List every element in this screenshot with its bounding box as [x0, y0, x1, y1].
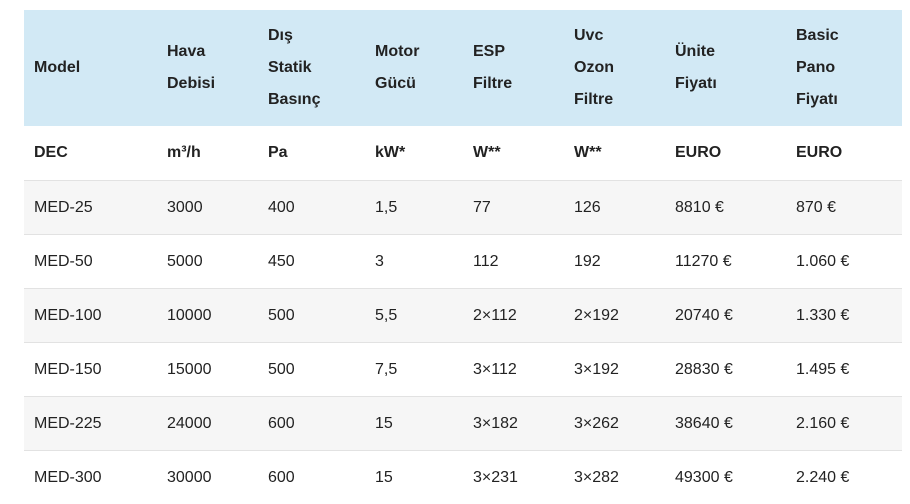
table-cell: 24000	[157, 397, 258, 451]
column-header-line: Basic	[796, 20, 902, 52]
table-row: MED-22524000600153×1823×26238640 €2.160 …	[24, 397, 902, 451]
table-cell: 126	[564, 181, 665, 235]
table-cell: 112	[463, 235, 564, 289]
model-cell: MED-300	[24, 451, 157, 504]
table-cell: 400	[258, 181, 365, 235]
column-header-line: Statik	[268, 52, 365, 84]
table-cell: 8810 €	[665, 181, 786, 235]
table-cell: 15	[365, 451, 463, 504]
table-cell: 38640 €	[665, 397, 786, 451]
column-header-line: Motor	[375, 36, 463, 68]
column-header: DışStatikBasınç	[258, 10, 365, 126]
column-header-line: Debisi	[167, 68, 258, 100]
table-cell: 3×282	[564, 451, 665, 504]
column-header-line: Hava	[167, 36, 258, 68]
table-cell: 77	[463, 181, 564, 235]
table-row: MED-150150005007,53×1123×19228830 €1.495…	[24, 343, 902, 397]
table-cell: 3×192	[564, 343, 665, 397]
table-cell: 3×182	[463, 397, 564, 451]
column-header: UvcOzonFiltre	[564, 10, 665, 126]
unit-cell: W**	[463, 126, 564, 181]
table-units-row: DECm³/hPakW*W**W**EUROEURO	[24, 126, 902, 181]
table-cell: 600	[258, 397, 365, 451]
column-header-line: Ozon	[574, 52, 665, 84]
column-header-line: Ünite	[675, 36, 786, 68]
column-header-line: Model	[34, 52, 157, 84]
table-cell: 15000	[157, 343, 258, 397]
column-header-line: Uvc	[574, 20, 665, 52]
table-cell: 500	[258, 289, 365, 343]
column-header-line: Filtre	[473, 68, 564, 100]
table-cell: 20740 €	[665, 289, 786, 343]
table-row: MED-30030000600153×2313×28249300 €2.240 …	[24, 451, 902, 504]
column-header: HavaDebisi	[157, 10, 258, 126]
table-cell: 450	[258, 235, 365, 289]
column-header: MotorGücü	[365, 10, 463, 126]
price-table-container: ModelHavaDebisiDışStatikBasınçMotorGücüE…	[24, 10, 902, 504]
unit-cell: DEC	[24, 126, 157, 181]
table-cell: 1.330 €	[786, 289, 902, 343]
column-header-line: ESP	[473, 36, 564, 68]
model-cell: MED-50	[24, 235, 157, 289]
table-cell: 2.240 €	[786, 451, 902, 504]
table-cell: 1.060 €	[786, 235, 902, 289]
table-cell: 600	[258, 451, 365, 504]
table-cell: 3×262	[564, 397, 665, 451]
table-cell: 5000	[157, 235, 258, 289]
table-cell: 2×112	[463, 289, 564, 343]
table-cell: 1,5	[365, 181, 463, 235]
table-cell: 2×192	[564, 289, 665, 343]
table-cell: 3000	[157, 181, 258, 235]
table-header-row: ModelHavaDebisiDışStatikBasınçMotorGücüE…	[24, 10, 902, 126]
model-cell: MED-225	[24, 397, 157, 451]
price-table: ModelHavaDebisiDışStatikBasınçMotorGücüE…	[24, 10, 902, 504]
column-header-line: Fiyatı	[675, 68, 786, 100]
table-cell: 500	[258, 343, 365, 397]
unit-cell: kW*	[365, 126, 463, 181]
column-header: Model	[24, 10, 157, 126]
table-cell: 30000	[157, 451, 258, 504]
table-cell: 49300 €	[665, 451, 786, 504]
column-header-line: Fiyatı	[796, 84, 902, 116]
model-cell: MED-150	[24, 343, 157, 397]
unit-cell: EURO	[665, 126, 786, 181]
model-cell: MED-25	[24, 181, 157, 235]
column-header: ESPFiltre	[463, 10, 564, 126]
table-row: MED-2530004001,5771268810 €870 €	[24, 181, 902, 235]
table-row: MED-100100005005,52×1122×19220740 €1.330…	[24, 289, 902, 343]
table-cell: 870 €	[786, 181, 902, 235]
unit-cell: W**	[564, 126, 665, 181]
table-cell: 15	[365, 397, 463, 451]
column-header-line: Pano	[796, 52, 902, 84]
model-cell: MED-100	[24, 289, 157, 343]
table-cell: 3	[365, 235, 463, 289]
unit-cell: Pa	[258, 126, 365, 181]
column-header-line: Filtre	[574, 84, 665, 116]
table-cell: 1.495 €	[786, 343, 902, 397]
table-cell: 28830 €	[665, 343, 786, 397]
table-cell: 5,5	[365, 289, 463, 343]
unit-cell: m³/h	[157, 126, 258, 181]
table-cell: 10000	[157, 289, 258, 343]
table-row: MED-505000450311219211270 €1.060 €	[24, 235, 902, 289]
table-cell: 2.160 €	[786, 397, 902, 451]
column-header: ÜniteFiyatı	[665, 10, 786, 126]
table-cell: 192	[564, 235, 665, 289]
table-cell: 3×112	[463, 343, 564, 397]
table-cell: 3×231	[463, 451, 564, 504]
column-header-line: Basınç	[268, 84, 365, 116]
column-header: BasicPanoFiyatı	[786, 10, 902, 126]
table-cell: 7,5	[365, 343, 463, 397]
unit-cell: EURO	[786, 126, 902, 181]
table-cell: 11270 €	[665, 235, 786, 289]
column-header-line: Dış	[268, 20, 365, 52]
column-header-line: Gücü	[375, 68, 463, 100]
